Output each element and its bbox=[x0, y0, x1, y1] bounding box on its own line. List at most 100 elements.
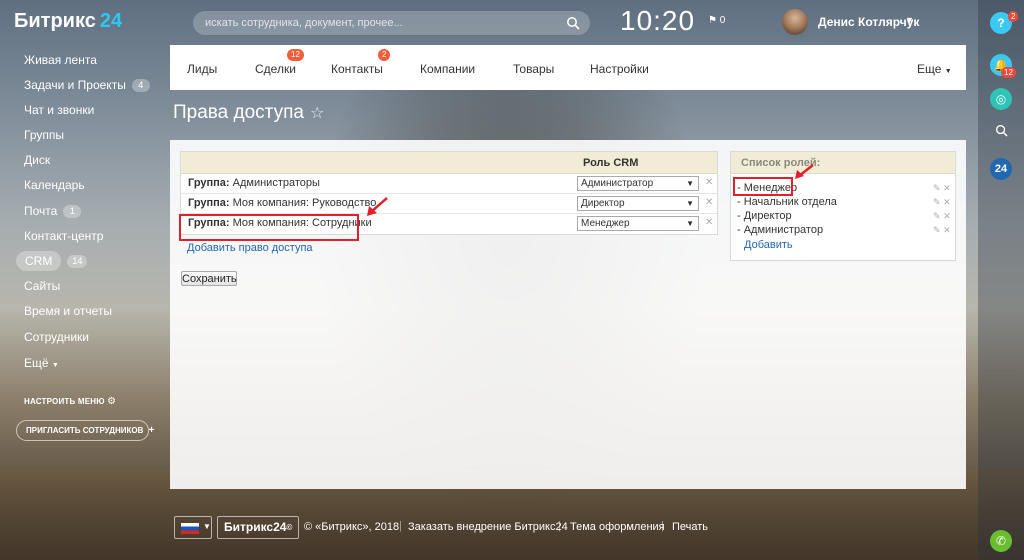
tab-leads[interactable]: Лиды bbox=[187, 62, 217, 76]
tab-companies[interactable]: Компании bbox=[420, 62, 475, 76]
role-item[interactable]: - Начальник отдела bbox=[737, 196, 837, 208]
sidebar-item-crm[interactable]: CRM 14 bbox=[16, 251, 88, 271]
tab-products[interactable]: Товары bbox=[513, 62, 554, 76]
save-button[interactable]: Сохранить bbox=[181, 271, 237, 286]
pencil-icon[interactable]: ✎ bbox=[933, 211, 941, 221]
crm-tabs: Лиды Сделки 12 Контакты 2 Компании Товары … bbox=[170, 45, 966, 90]
sidebar-item-time[interactable]: Время и отчеты bbox=[24, 304, 112, 318]
logo-text: Битрикс bbox=[14, 10, 96, 32]
logo[interactable]: Битрикс 24 bbox=[14, 10, 122, 33]
table-row: Группа: Моя компания: Руководство Директ… bbox=[181, 194, 717, 214]
tab-label: Товары bbox=[513, 62, 555, 76]
sidebar-item-contact-center[interactable]: Контакт-центр bbox=[24, 229, 103, 243]
logo-number: 24 bbox=[99, 10, 123, 32]
delete-icon[interactable]: ✕ bbox=[943, 197, 951, 207]
role-select-value: Менеджер bbox=[581, 218, 630, 229]
search-icon[interactable] bbox=[566, 16, 580, 30]
tab-more[interactable]: Еще ▼ bbox=[917, 62, 952, 76]
theme-link[interactable]: Тема оформления bbox=[570, 521, 665, 533]
role-tools: ✎ ✕ bbox=[933, 197, 951, 208]
divider: | bbox=[399, 520, 402, 532]
tab-label: Лиды bbox=[187, 62, 218, 76]
messenger-button[interactable]: ◎ bbox=[990, 88, 1012, 110]
plus-icon: + bbox=[148, 425, 155, 436]
flag-counter[interactable]: ⚑ 0 bbox=[708, 15, 725, 26]
b24-button[interactable]: 24 bbox=[990, 158, 1012, 180]
sidebar-item-label: Живая лента bbox=[24, 53, 97, 67]
add-access-link[interactable]: Добавить право доступа bbox=[187, 242, 313, 254]
delete-icon[interactable]: ✕ bbox=[943, 183, 951, 193]
invite-label: ПРИГЛАСИТЬ СОТРУДНИКОВ bbox=[26, 426, 144, 435]
language-selector[interactable]: ▼ bbox=[174, 516, 212, 539]
sidebar-item-tasks[interactable]: Задачи и Проекты 4 bbox=[24, 78, 150, 93]
delete-icon[interactable]: ✕ bbox=[943, 211, 951, 221]
page-title: Права доступа ☆ bbox=[173, 102, 324, 124]
page-title-text: Права доступа bbox=[173, 102, 304, 123]
sidebar-item-label: Ещё bbox=[24, 356, 49, 370]
bitrix24-button[interactable]: Битрикс24© bbox=[217, 516, 299, 539]
sidebar-item-groups[interactable]: Группы bbox=[24, 128, 64, 142]
tab-deals[interactable]: Сделки 12 bbox=[255, 49, 304, 76]
chevron-down-icon: ▼ bbox=[944, 68, 952, 75]
divider: | bbox=[558, 520, 561, 532]
configure-menu-button[interactable]: НАСТРОИТЬ МЕНЮ ⚙ bbox=[24, 396, 116, 407]
group-name: Группа: Администраторы bbox=[188, 177, 320, 189]
pencil-icon[interactable]: ✎ bbox=[933, 183, 941, 193]
tab-label: Еще bbox=[917, 62, 942, 76]
sidebar-item-mail[interactable]: Почта 1 bbox=[24, 204, 82, 219]
chevron-down-icon[interactable]: ▼ bbox=[905, 15, 914, 25]
right-rail: ? 2 🔔 12 ◎ 24 ✆ bbox=[978, 0, 1024, 560]
star-icon[interactable]: ☆ bbox=[310, 105, 324, 122]
sidebar-item-more[interactable]: Ещё ▼ bbox=[24, 356, 59, 370]
delete-icon[interactable]: ✕ bbox=[705, 217, 713, 228]
sidebar-item-calendar[interactable]: Календарь bbox=[24, 178, 85, 192]
group-label: Администраторы bbox=[232, 177, 320, 189]
role-select[interactable]: Администратор ▼ bbox=[577, 176, 699, 191]
sidebar-item-feed[interactable]: Живая лента bbox=[24, 53, 97, 67]
tab-label: Сделки bbox=[255, 62, 296, 76]
call-button[interactable]: ✆ bbox=[990, 530, 1012, 552]
sidebar-item-chat[interactable]: Чат и звонки bbox=[24, 103, 94, 117]
tab-settings[interactable]: Настройки bbox=[590, 62, 649, 76]
chevron-down-icon: ▼ bbox=[203, 522, 211, 531]
order-link[interactable]: Заказать внедрение Битрикс24 bbox=[408, 521, 568, 533]
search-button[interactable] bbox=[990, 120, 1012, 142]
pencil-icon[interactable]: ✎ bbox=[933, 197, 941, 207]
roles-panel: Список ролей: - Менеджер ✎ ✕ - Начальник… bbox=[730, 151, 956, 261]
avatar[interactable] bbox=[782, 9, 808, 35]
role-item[interactable]: - Администратор bbox=[737, 224, 823, 236]
tab-counter: 2 bbox=[378, 49, 391, 61]
role-select[interactable]: Директор ▼ bbox=[577, 196, 699, 211]
sidebar-item-sites[interactable]: Сайты bbox=[24, 279, 60, 293]
search-icon bbox=[995, 124, 1008, 137]
clock[interactable]: 10:20 bbox=[620, 5, 695, 37]
search-bar[interactable] bbox=[193, 11, 590, 35]
delete-icon[interactable]: ✕ bbox=[943, 225, 951, 235]
invite-employees-button[interactable]: ПРИГЛАСИТЬ СОТРУДНИКОВ + bbox=[16, 420, 154, 441]
add-role-link[interactable]: Добавить bbox=[744, 239, 793, 251]
flag-count: 0 bbox=[719, 15, 726, 26]
chevron-down-icon: ▼ bbox=[51, 362, 59, 369]
role-tools: ✎ ✕ bbox=[933, 211, 951, 222]
sidebar-item-disk[interactable]: Диск bbox=[24, 153, 50, 167]
search-input[interactable] bbox=[205, 11, 545, 35]
column-header-role: Роль CRM bbox=[583, 157, 639, 169]
flag-icon: ⚑ bbox=[708, 15, 717, 26]
copyright-text: © «Битрикс», 2018 bbox=[304, 521, 400, 533]
role-select[interactable]: Менеджер ▼ bbox=[577, 216, 699, 231]
role-item[interactable]: - Директор bbox=[737, 210, 792, 222]
divider: | bbox=[661, 520, 664, 532]
help-icon: ? bbox=[997, 16, 1005, 30]
sidebar-item-employees[interactable]: Сотрудники bbox=[24, 330, 89, 344]
delete-icon[interactable]: ✕ bbox=[705, 197, 713, 208]
sidebar-item-label: Сотрудники bbox=[24, 330, 89, 344]
delete-icon[interactable]: ✕ bbox=[705, 177, 713, 188]
brand-label: Битрикс24 bbox=[224, 520, 287, 534]
tab-contacts[interactable]: Контакты 2 bbox=[331, 49, 391, 76]
print-link[interactable]: Печать bbox=[672, 521, 708, 533]
group-name: Группа: Моя компания: Руководство bbox=[188, 197, 376, 209]
pencil-icon[interactable]: ✎ bbox=[933, 225, 941, 235]
configure-menu-label: НАСТРОИТЬ МЕНЮ bbox=[24, 397, 105, 406]
counter-badge: 1 bbox=[63, 205, 82, 219]
sidebar-item-label: Диск bbox=[24, 153, 51, 167]
